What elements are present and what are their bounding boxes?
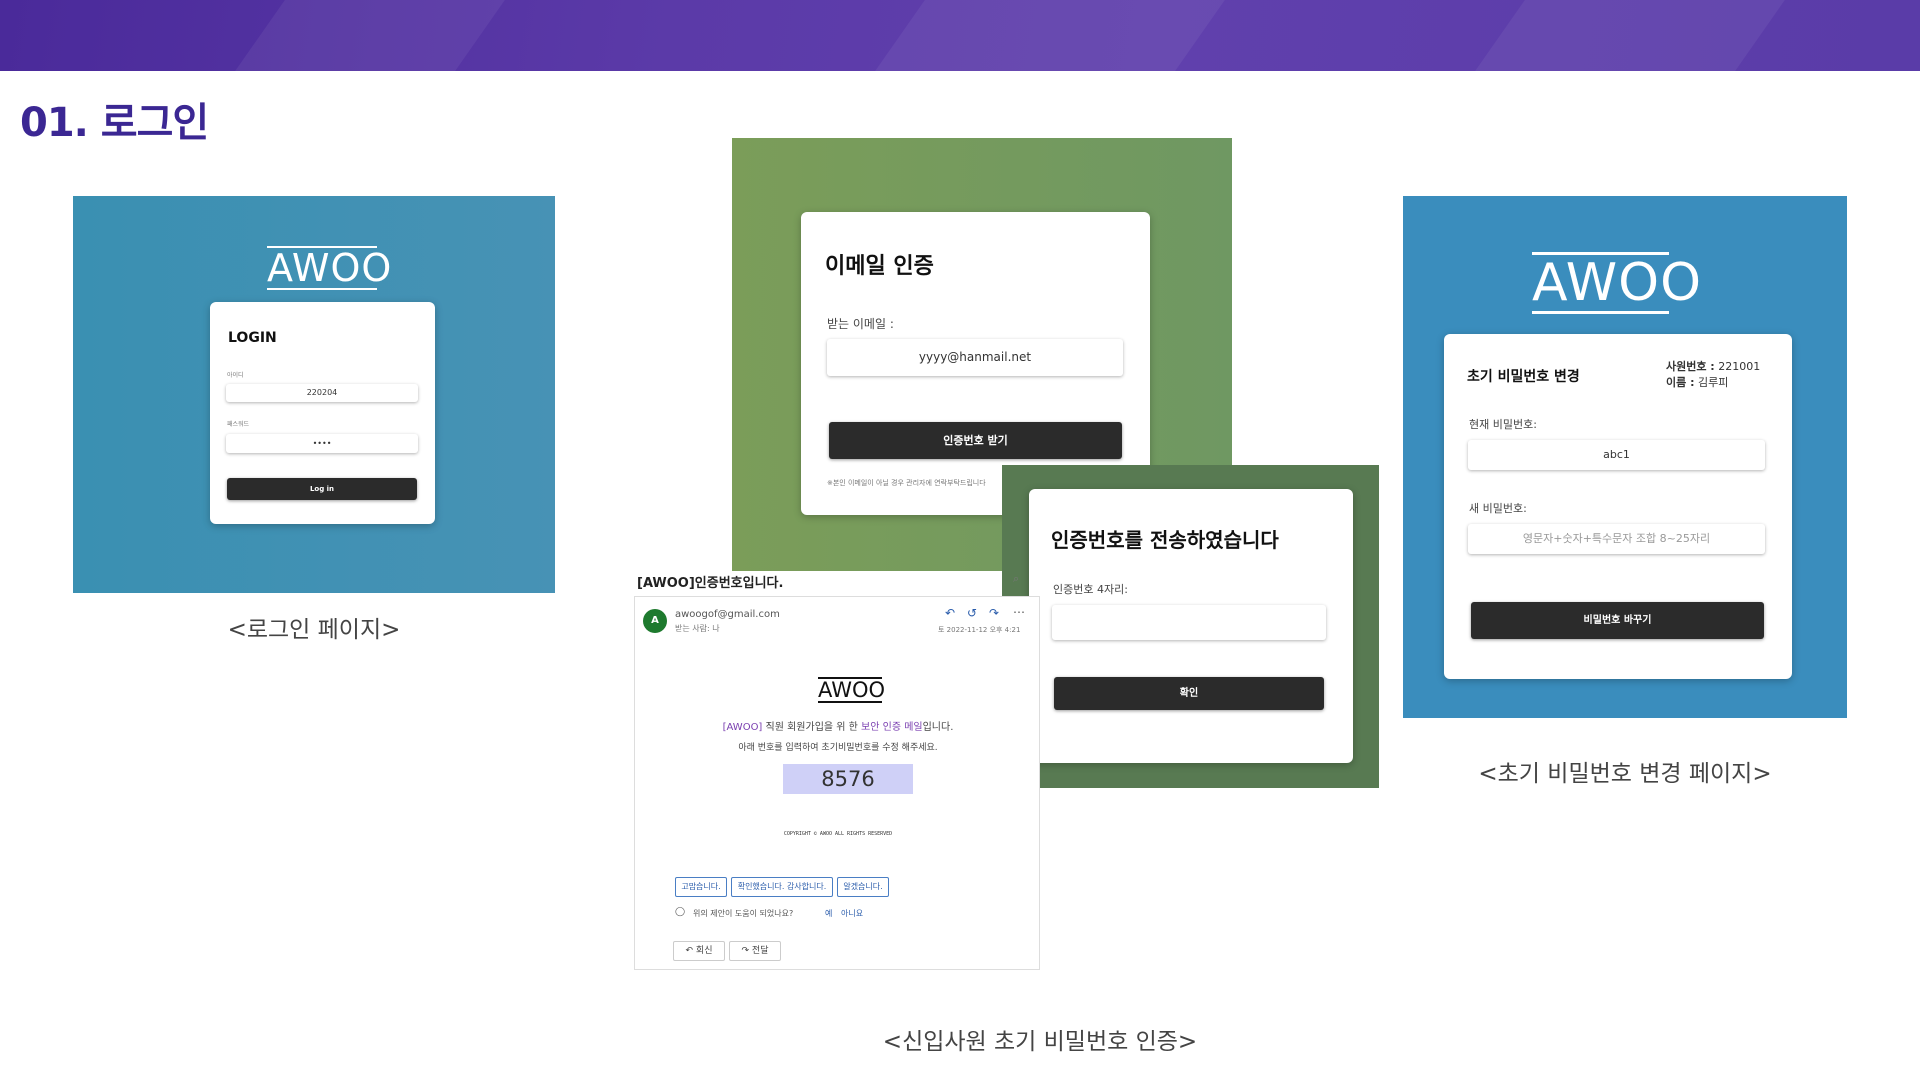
email-caption: <신입사원 초기 비밀번호 인증> [882,1029,1198,1055]
login-card: LOGIN 아이디 220204 패스워드 •••• Log in [210,302,435,524]
confirm-button[interactable]: 확인 [1054,677,1324,710]
banner-decoration [1475,0,1785,71]
copyright-text: COPYRIGHT © AWOO ALL RIGHTS RESERVED [783,831,893,837]
password-change-caption: <초기 비밀번호 변경 페이지> [1478,761,1772,787]
recipient-line: 받는 사람: 나 [675,624,720,633]
current-password-input[interactable]: abc1 [1468,440,1765,470]
feedback-yes[interactable]: 예 [825,908,832,919]
email-subject: [AWOO]인증번호입니다. [637,576,784,591]
email-verify-note: ※본인 이메일이 아닐 경우 관리자에 연락부탁드립니다 [827,479,986,487]
email-body-line2: 아래 번호를 입력하여 초기비밀번호를 수정 해주세요. [738,743,938,753]
banner-decoration [235,0,505,71]
reply-label: 회신 [695,946,713,956]
code-input[interactable] [1052,605,1326,640]
feedback-no[interactable]: 아니요 [841,908,863,919]
quick-reply-thanks[interactable]: 고맙습니다. [675,877,727,897]
reply-all-icon[interactable]: ↺ [967,606,977,620]
feedback-icon: ◯ [675,907,686,917]
banner-decoration [875,0,1225,71]
password-change-title: 초기 비밀번호 변경 [1467,369,1580,385]
awoo-tag: [AWOO] [722,722,763,733]
login-button[interactable]: Log in [227,478,417,500]
sender-avatar: A [643,609,667,633]
body-text: 입니다. [922,722,954,733]
password-change-card: 초기 비밀번호 변경 사원번호 : 221001 이름 : 김루피 현재 비밀번… [1444,334,1792,679]
header-banner [0,0,1920,71]
awoo-logo: AWOO [267,246,393,290]
zoom-icon[interactable]: ⌕ [1013,572,1019,586]
section-title: 01. 로그인 [20,100,209,146]
email-date: 토 2022-11-12 오후 4:21 [938,626,1021,634]
login-page-screenshot: AWOO LOGIN 아이디 220204 패스워드 •••• Log in [73,196,555,593]
id-label: 아이디 [227,372,244,379]
recipient-label: 받는 이메일 : [827,317,894,331]
get-code-button[interactable]: 인증번호 받기 [829,422,1122,459]
code-sent-title: 인증번호를 전송하였습니다 [1051,528,1279,552]
email-verify-title: 이메일 인증 [825,254,934,279]
change-password-button[interactable]: 비밀번호 바꾸기 [1471,602,1764,639]
recipient-email-field[interactable]: yyyy@hanmail.net [827,339,1123,376]
forward-label: 전달 [751,946,769,956]
awoo-logo: AWOO [1532,252,1703,314]
employee-number-value: 221001 [1718,360,1761,373]
quick-reply-confirmed[interactable]: 확인했습니다. 감사합니다. [731,877,833,897]
code-label: 인증번호 4자리: [1053,583,1128,596]
new-password-label: 새 비밀번호: [1469,502,1527,515]
employee-name: 이름 : 김루피 [1666,374,1728,390]
forward-button[interactable]: ↷ 전달 [729,941,781,961]
reply-icon[interactable]: ↶ [945,606,955,620]
feedback-question: 위의 제안이 도움이 되었나요? [693,909,794,918]
employee-name-value: 김루피 [1697,376,1729,389]
password-label: 패스워드 [227,421,250,428]
employee-number-label: 사원번호 : [1666,360,1715,373]
email-body-line1: [AWOO] 직원 회원가입을 위 한 보안 인증 메일입니다. [635,718,1041,733]
login-page-caption: <로그인 페이지> [227,617,401,643]
reply-button[interactable]: ↶ 회신 [673,941,725,961]
employee-number: 사원번호 : 221001 [1666,358,1760,374]
password-change-screenshot: AWOO 초기 비밀번호 변경 사원번호 : 221001 이름 : 김루피 현… [1403,196,1847,718]
more-icon[interactable]: ⋯ [1013,605,1025,619]
current-password-label: 현재 비밀번호: [1469,418,1537,431]
login-title: LOGIN [228,330,277,346]
forward-arrow-icon: ↷ [741,946,750,956]
new-password-input[interactable]: 영문자+숫자+특수문자 조합 8~25자리 [1468,524,1765,554]
body-text: 직원 회원가입을 위 한 [762,722,862,733]
id-input[interactable]: 220204 [226,384,418,402]
email-message-screenshot: A awoogof@gmail.com 받는 사람: 나 ↶ ↺ ↷ ⋯ 토 2… [634,596,1040,970]
code-sent-screenshot: 인증번호를 전송하였습니다 인증번호 4자리: 확인 [1002,465,1379,788]
reply-arrow-icon: ↶ [685,946,694,956]
forward-icon[interactable]: ↷ [989,606,999,620]
sender-address: awoogof@gmail.com [675,609,780,620]
verification-code: 8576 [783,764,913,794]
email-awoo-logo: AWOO [818,677,886,703]
code-sent-card: 인증번호를 전송하였습니다 인증번호 4자리: 확인 [1029,489,1353,763]
quick-reply-understood[interactable]: 알겠습니다. [837,877,889,897]
employee-name-label: 이름 : [1666,376,1695,389]
password-input[interactable]: •••• [226,434,418,453]
security-mail-link: 보안 인증 메일 [861,722,923,733]
